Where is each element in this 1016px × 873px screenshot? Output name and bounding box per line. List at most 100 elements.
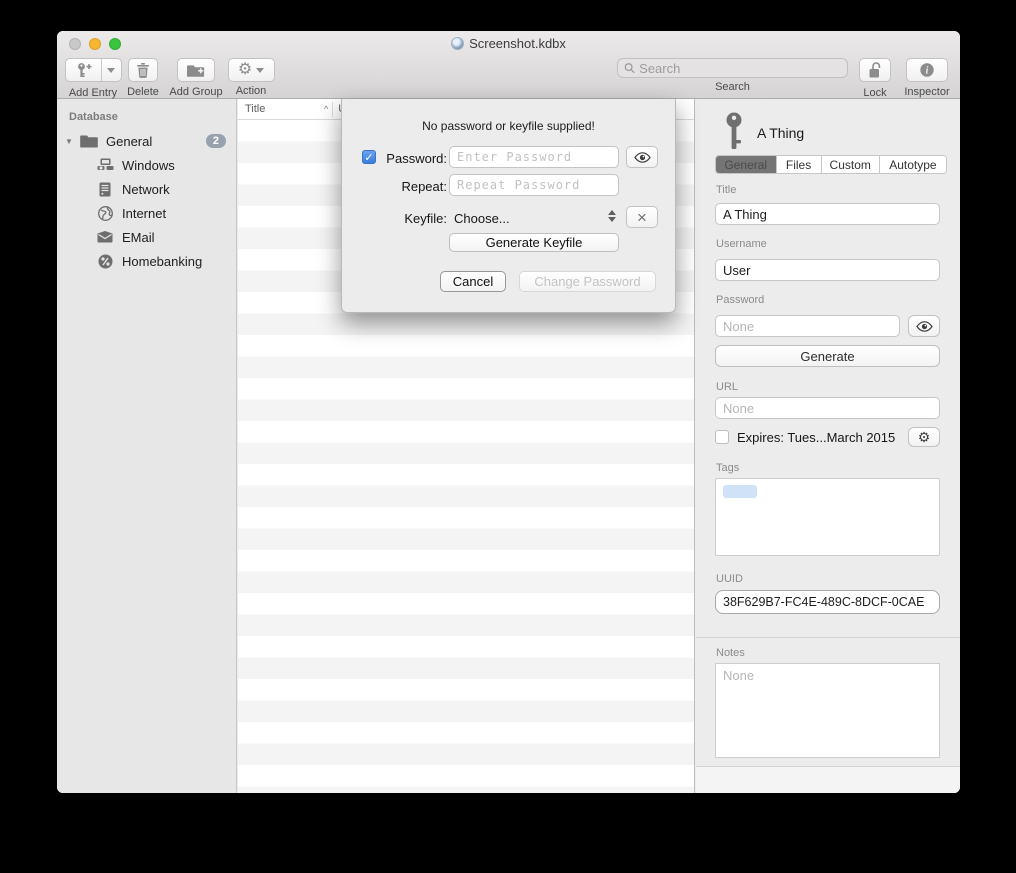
sidebar-item-network[interactable]: Network — [57, 177, 236, 201]
column-header-title[interactable]: Title — [238, 103, 324, 115]
add-group-button[interactable] — [177, 58, 215, 82]
username-input[interactable] — [715, 259, 940, 281]
add-entry-group: Add Entry — [63, 58, 123, 99]
folder-icon — [79, 133, 99, 150]
gear-icon: ⚙ — [238, 62, 252, 78]
keyfile-popup[interactable]: Choose... — [454, 211, 510, 226]
add-entry-label: Add Entry — [63, 87, 123, 99]
password-label: Password: — [377, 151, 447, 166]
title-bar: Screenshot.kdbx Add Entry Delete Add Gro… — [57, 31, 960, 99]
document-proxy-icon — [451, 37, 464, 50]
svg-text:i: i — [926, 66, 929, 77]
sidebar-item-label: Windows — [122, 158, 175, 173]
add-group-group: Add Group — [167, 58, 225, 98]
inspector-footer — [696, 766, 960, 793]
tag-pill[interactable] — [723, 485, 757, 498]
generate-keyfile-button[interactable]: Generate Keyfile — [449, 233, 619, 252]
action-button[interactable]: ⚙ — [228, 58, 275, 82]
folder-plus-icon — [187, 63, 205, 78]
reveal-password-button[interactable] — [908, 315, 940, 337]
lock-group: Lock — [855, 58, 895, 99]
app-window: Screenshot.kdbx Add Entry Delete Add Gro… — [57, 31, 960, 793]
action-group: ⚙ Action — [227, 58, 275, 97]
sidebar-item-general[interactable]: ▼ General 2 — [57, 129, 236, 153]
keyfile-label: Keyfile: — [377, 211, 447, 226]
chevron-down-icon — [256, 68, 264, 73]
delete-group: Delete — [123, 58, 163, 98]
notes-textarea[interactable] — [715, 663, 940, 758]
generate-password-button[interactable]: Generate — [715, 345, 940, 367]
search-group: Search — [617, 58, 848, 93]
stepper-up-icon — [608, 210, 616, 215]
sidebar: Database ▼ General 2 Windows Network — [57, 99, 237, 793]
lock-label: Lock — [855, 87, 895, 99]
server-icon — [95, 181, 115, 198]
gear-icon: ⚙ — [918, 430, 931, 444]
repeat-label: Repeat: — [377, 179, 447, 194]
tags-box[interactable] — [715, 478, 940, 556]
change-password-sheet: No password or keyfile supplied! ✓ Passw… — [341, 99, 676, 313]
notes-field-label: Notes — [716, 647, 745, 659]
clear-keyfile-button[interactable]: × — [626, 206, 658, 228]
window-title: Screenshot.kdbx — [57, 36, 960, 51]
keyfile-stepper[interactable] — [608, 210, 616, 222]
sort-ascending-icon: ^ — [324, 104, 328, 114]
password-checkbox[interactable]: ✓ — [362, 150, 376, 164]
lock-button[interactable] — [859, 58, 891, 82]
search-label: Search — [617, 81, 848, 93]
password-input[interactable] — [715, 315, 900, 337]
info-icon: i — [919, 62, 935, 78]
search-input[interactable] — [639, 61, 841, 76]
action-label: Action — [227, 85, 275, 97]
sidebar-item-email[interactable]: EMail — [57, 225, 236, 249]
windows-network-icon — [95, 157, 115, 174]
sidebar-item-windows[interactable]: Windows — [57, 153, 236, 177]
expires-label: Expires: Tues...March 2015 — [737, 430, 895, 445]
search-field[interactable] — [617, 58, 848, 78]
entry-count-badge: 2 — [206, 134, 226, 148]
inspector-tabs: General Files Custom Autotype — [715, 155, 947, 174]
inspector-button[interactable]: i — [906, 58, 948, 82]
sidebar-item-label: EMail — [122, 230, 155, 245]
inspector-panel: A Thing General Files Custom Autotype Ti… — [696, 99, 960, 793]
sidebar-section-header: Database — [57, 99, 236, 129]
sidebar-item-internet[interactable]: Internet — [57, 201, 236, 225]
tab-files[interactable]: Files — [777, 156, 822, 173]
inspector-group: i Inspector — [900, 58, 954, 98]
sidebar-item-homebanking[interactable]: Homebanking — [57, 249, 236, 273]
stepper-down-icon — [608, 217, 616, 222]
tab-custom[interactable]: Custom — [822, 156, 880, 173]
chevron-down-icon — [107, 68, 115, 73]
disclosure-triangle-icon[interactable]: ▼ — [65, 137, 79, 146]
add-entry-button[interactable] — [65, 58, 122, 82]
title-input[interactable] — [715, 203, 940, 225]
envelope-icon — [95, 229, 115, 246]
key-plus-icon — [66, 59, 102, 81]
sidebar-item-label: Internet — [122, 206, 166, 221]
add-entry-dropdown[interactable] — [102, 59, 121, 81]
tab-general[interactable]: General — [716, 156, 777, 173]
notes-divider — [696, 637, 960, 638]
repeat-password-input[interactable] — [449, 174, 619, 196]
eye-icon — [634, 152, 651, 163]
sidebar-item-label: Network — [122, 182, 170, 197]
unlock-icon — [868, 62, 883, 79]
uuid-field-label: UUID — [716, 573, 743, 585]
tab-autotype[interactable]: Autotype — [880, 156, 946, 173]
uuid-input[interactable] — [715, 590, 940, 614]
cancel-button[interactable]: Cancel — [440, 271, 506, 292]
percent-icon — [95, 253, 115, 270]
reveal-password-button[interactable] — [626, 146, 658, 168]
sidebar-item-label: General — [106, 134, 152, 149]
eye-icon — [916, 321, 933, 332]
expires-settings-button[interactable]: ⚙ — [908, 427, 940, 447]
delete-button[interactable] — [128, 58, 158, 82]
change-password-button[interactable]: Change Password — [519, 271, 656, 292]
username-field-label: Username — [716, 238, 767, 250]
url-input[interactable] — [715, 397, 940, 419]
expires-checkbox[interactable] — [715, 430, 729, 444]
password-input[interactable] — [449, 146, 619, 168]
title-field-label: Title — [716, 184, 736, 196]
close-icon: × — [637, 209, 647, 226]
delete-label: Delete — [123, 86, 163, 98]
